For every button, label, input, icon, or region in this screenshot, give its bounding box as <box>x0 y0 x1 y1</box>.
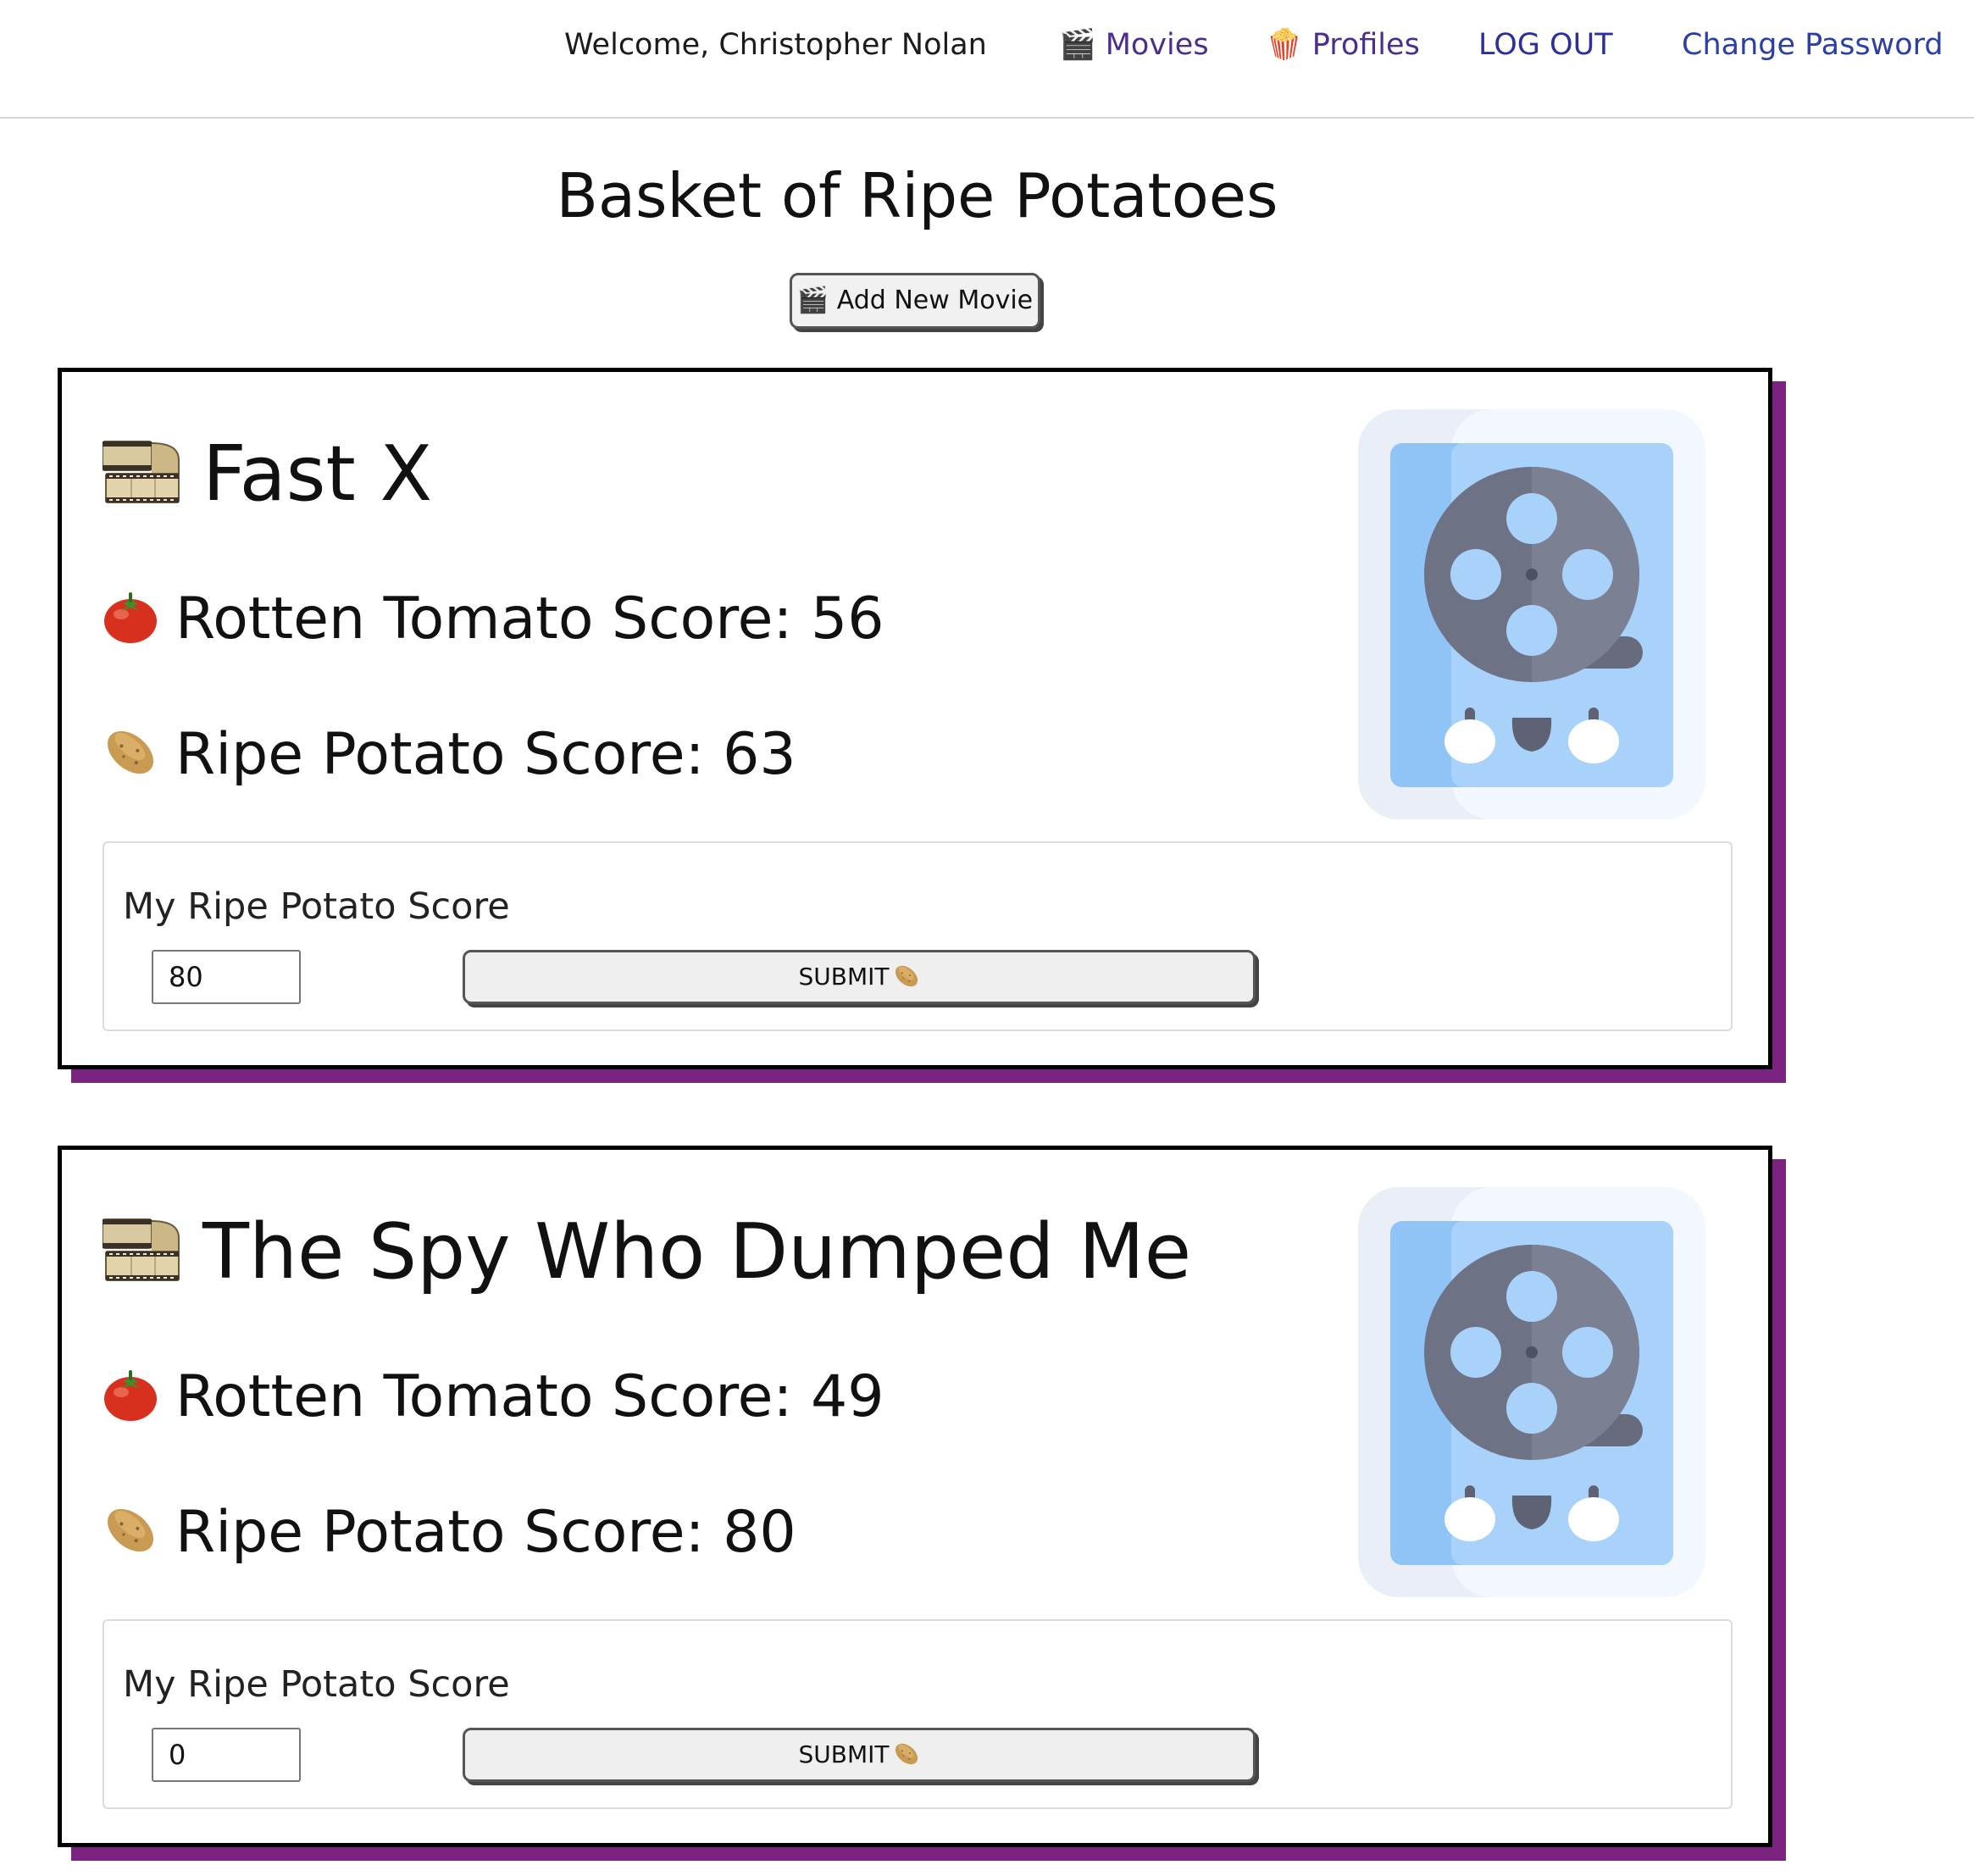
my-score-label: My Ripe Potato Score <box>123 1663 510 1706</box>
movie-title: Fast X <box>103 428 432 521</box>
nav-link-movies-label: Movies <box>1105 28 1209 62</box>
movie-title-text: The Spy Who Dumped Me <box>202 1207 1192 1296</box>
nav-link-profiles-label: Profiles <box>1311 28 1420 62</box>
submit-label: SUBMIT <box>798 963 890 991</box>
potato-icon <box>893 963 920 990</box>
my-score-form: My Ripe Potato Score SUBMIT <box>103 1619 1733 1809</box>
my-score-form: My Ripe Potato Score SUBMIT <box>103 841 1733 1031</box>
potato-icon <box>893 1740 920 1768</box>
tomato-icon <box>103 1367 158 1423</box>
add-new-movie-button[interactable]: 🎬 Add New Movie <box>790 273 1040 329</box>
nav-link-profiles[interactable]: 🍿 Profiles <box>1266 25 1420 64</box>
popcorn-icon: 🍿 <box>1266 28 1303 62</box>
movie-title-text: Fast X <box>202 430 433 519</box>
submit-score-button[interactable]: SUBMIT <box>463 950 1256 1004</box>
potato-icon <box>103 1502 158 1558</box>
ripe-potato-score: Ripe Potato Score: 63 <box>103 719 796 791</box>
ripe-potato-score-text: Ripe Potato Score: 63 <box>175 721 796 788</box>
welcome-text: Welcome, Christopher Nolan <box>564 28 987 62</box>
potato-icon <box>103 724 158 780</box>
tomato-icon <box>103 589 158 645</box>
clapper-icon: 🎬 <box>1059 28 1096 62</box>
ripe-potato-score: Ripe Potato Score: 80 <box>103 1497 796 1568</box>
movie-card: Fast X Rotten Tomato Score: 56 Ripe Pota… <box>58 368 1772 1069</box>
submit-label: SUBMIT <box>798 1740 890 1768</box>
movie-poster-film-reel-icon <box>1358 1187 1705 1597</box>
rotten-tomato-score: Rotten Tomato Score: 49 <box>103 1362 884 1433</box>
movie-card: The Spy Who Dumped Me Rotten Tomato Scor… <box>58 1146 1772 1847</box>
rotten-tomato-score-text: Rotten Tomato Score: 49 <box>175 1363 884 1430</box>
rotten-tomato-score: Rotten Tomato Score: 56 <box>103 584 884 655</box>
top-navbar: Welcome, Christopher Nolan 🎬 Movies 🍿 Pr… <box>0 0 1974 119</box>
logout-link[interactable]: LOG OUT <box>1478 25 1613 64</box>
film-strip-icon <box>103 1214 184 1285</box>
change-password-link[interactable]: Change Password <box>1682 25 1944 64</box>
my-score-label: My Ripe Potato Score <box>123 885 510 928</box>
ripe-potato-score-text: Ripe Potato Score: 80 <box>175 1499 796 1566</box>
movie-title: The Spy Who Dumped Me <box>103 1206 1191 1299</box>
submit-score-button[interactable]: SUBMIT <box>463 1728 1256 1782</box>
rotten-tomato-score-text: Rotten Tomato Score: 56 <box>175 586 884 652</box>
film-strip-icon <box>103 436 184 508</box>
my-score-input[interactable] <box>152 950 301 1004</box>
my-score-input[interactable] <box>152 1728 301 1782</box>
movie-poster-film-reel-icon <box>1358 409 1705 819</box>
page-title: Basket of Ripe Potatoes <box>556 160 1278 231</box>
nav-link-movies[interactable]: 🎬 Movies <box>1059 25 1209 64</box>
